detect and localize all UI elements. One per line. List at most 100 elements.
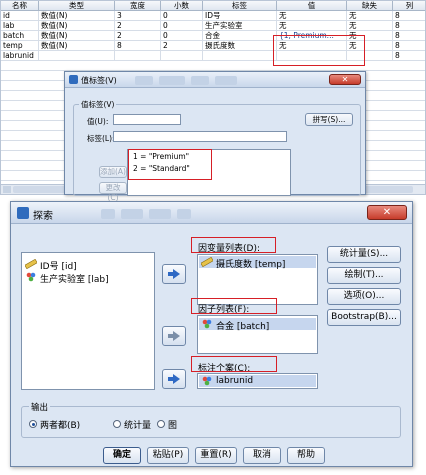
cell-values[interactable]: 无 bbox=[277, 21, 347, 31]
factor-item[interactable]: 合金 [batch] bbox=[216, 319, 269, 332]
arrow-right-icon bbox=[168, 331, 180, 341]
dialog-titlebar[interactable]: 值标签(V) ✕ bbox=[65, 72, 365, 88]
change-button[interactable]: 更改(C) bbox=[99, 182, 127, 202]
cell-width[interactable]: 8 bbox=[115, 41, 161, 51]
cell-width[interactable]: 3 bbox=[115, 11, 161, 21]
plots-button[interactable]: 绘制(T)... bbox=[327, 267, 401, 284]
cancel-button[interactable]: 取消 bbox=[243, 447, 281, 464]
move-to-factor-button[interactable] bbox=[162, 326, 186, 346]
close-icon[interactable]: ✕ bbox=[329, 74, 361, 85]
cell-width[interactable]: 2 bbox=[115, 21, 161, 31]
nominal-icon bbox=[201, 319, 213, 329]
blurred-title-glyph bbox=[135, 76, 153, 85]
move-to-case-button[interactable] bbox=[162, 369, 186, 389]
case-label-item[interactable]: labrunid bbox=[216, 376, 253, 386]
cell-columns[interactable]: 8 bbox=[393, 31, 425, 41]
dialog-titlebar[interactable]: 探索 ✕ bbox=[11, 202, 412, 224]
col-header-width[interactable]: 宽度 bbox=[115, 1, 161, 11]
statistics-button[interactable]: 统计量(S)... bbox=[327, 246, 401, 263]
cell-label[interactable]: 摄氏度数 bbox=[203, 41, 277, 51]
cell-width[interactable]: 2 bbox=[115, 31, 161, 41]
cell-name[interactable]: temp bbox=[1, 41, 39, 51]
cell-label[interactable] bbox=[203, 51, 277, 61]
app-icon bbox=[69, 75, 78, 84]
app-icon bbox=[17, 207, 29, 219]
ruler-scale-icon bbox=[24, 258, 38, 270]
cell-columns[interactable]: 8 bbox=[393, 21, 425, 31]
cell-decimals[interactable]: 2 bbox=[161, 41, 203, 51]
cell-type[interactable] bbox=[39, 51, 115, 61]
col-header-decimals[interactable]: 小数 bbox=[161, 1, 203, 11]
label-input[interactable] bbox=[113, 131, 287, 142]
cell-type[interactable]: 数值(N) bbox=[39, 41, 115, 51]
cell-label[interactable]: ID号 bbox=[203, 11, 277, 21]
blurred-title-glyph bbox=[177, 209, 191, 219]
col-header-values[interactable]: 值 bbox=[277, 1, 347, 11]
help-button[interactable]: 帮助 bbox=[287, 447, 325, 464]
reset-button[interactable]: 重置(R) bbox=[195, 447, 237, 464]
cell-type[interactable]: 数值(N) bbox=[39, 31, 115, 41]
ok-button[interactable]: 确定 bbox=[103, 447, 141, 464]
blurred-title-glyph bbox=[159, 76, 185, 85]
output-both-label[interactable]: 两者都(B) bbox=[40, 418, 80, 431]
scroll-left-icon[interactable] bbox=[3, 186, 11, 193]
table-row[interactable]: id 数值(N) 3 0 ID号 无 无 8 bbox=[1, 11, 425, 21]
value-labels-dialog: 值标签(V) ✕ 值标签(V) 值(U): 标签(L): 拼写(S)... 添加… bbox=[64, 71, 366, 202]
value-input[interactable] bbox=[113, 114, 181, 125]
group-label: 值标签(V) bbox=[79, 99, 117, 110]
cell-columns[interactable]: 8 bbox=[393, 11, 425, 21]
output-plots-label[interactable]: 图 bbox=[168, 418, 177, 431]
value-field-label: 值(U): bbox=[87, 117, 109, 126]
dependent-item[interactable]: 摄氏度数 [temp] bbox=[216, 257, 285, 270]
spelling-button[interactable]: 拼写(S)... bbox=[305, 113, 353, 126]
close-icon[interactable]: ✕ bbox=[367, 205, 407, 220]
source-item-lab[interactable]: 生产实验室 [lab] bbox=[40, 272, 109, 285]
add-button[interactable]: 添加(A) bbox=[99, 166, 127, 178]
cell-decimals[interactable] bbox=[161, 51, 203, 61]
table-row[interactable]: lab 数值(N) 2 0 生产实验室 无 无 8 bbox=[1, 21, 425, 31]
cell-columns[interactable]: 8 bbox=[393, 41, 425, 51]
output-stats-label[interactable]: 统计量 bbox=[124, 418, 151, 431]
col-header-label[interactable]: 标签 bbox=[203, 1, 277, 11]
options-button[interactable]: 选项(O)... bbox=[327, 288, 401, 305]
dialog-title: 值标签(V) bbox=[81, 76, 117, 85]
cell-name[interactable]: lab bbox=[1, 21, 39, 31]
col-header-name[interactable]: 名称 bbox=[1, 1, 39, 11]
cell-missing[interactable]: 无 bbox=[347, 21, 393, 31]
blurred-title-glyph bbox=[215, 76, 237, 85]
arrow-right-icon bbox=[168, 374, 180, 384]
cell-name[interactable]: id bbox=[1, 11, 39, 21]
output-plots-radio[interactable] bbox=[157, 420, 165, 428]
cell-columns[interactable]: 8 bbox=[393, 51, 425, 61]
cell-decimals[interactable]: 0 bbox=[161, 21, 203, 31]
col-header-type[interactable]: 类型 bbox=[39, 1, 115, 11]
cell-missing[interactable]: 无 bbox=[347, 11, 393, 21]
nominal-icon bbox=[25, 272, 37, 282]
col-header-missing[interactable]: 缺失 bbox=[347, 1, 393, 11]
labels-highlight bbox=[128, 149, 212, 180]
col-header-columns[interactable]: 列 bbox=[393, 1, 425, 11]
output-group-label: 输出 bbox=[29, 401, 51, 413]
cell-name[interactable]: batch bbox=[1, 31, 39, 41]
arrow-right-icon bbox=[168, 269, 180, 279]
blurred-title-glyph bbox=[149, 209, 171, 219]
blurred-title-glyph bbox=[121, 209, 143, 219]
output-both-radio[interactable] bbox=[29, 420, 37, 428]
cell-type[interactable]: 数值(N) bbox=[39, 21, 115, 31]
cell-width[interactable] bbox=[115, 51, 161, 61]
move-to-dependent-button[interactable] bbox=[162, 264, 186, 284]
paste-button[interactable]: 粘贴(P) bbox=[147, 447, 189, 464]
cell-decimals[interactable]: 0 bbox=[161, 11, 203, 21]
cell-label[interactable]: 生产实验室 bbox=[203, 21, 277, 31]
bootstrap-button[interactable]: Bootstrap(B)... bbox=[327, 309, 401, 326]
cell-label[interactable]: 合金 bbox=[203, 31, 277, 41]
cell-name[interactable]: labrunid bbox=[1, 51, 39, 61]
dependent-label-highlight bbox=[191, 237, 276, 253]
cell-decimals[interactable]: 0 bbox=[161, 31, 203, 41]
cell-values[interactable]: 无 bbox=[277, 11, 347, 21]
output-stats-radio[interactable] bbox=[113, 420, 121, 428]
values-cell-highlight bbox=[273, 35, 365, 66]
cell-type[interactable]: 数值(N) bbox=[39, 11, 115, 21]
explore-dialog: 探索 ✕ ID号 [id] 生产实验室 [lab] 因变量列表(D): 摄氏度数… bbox=[10, 201, 413, 467]
source-item-id[interactable]: ID号 [id] bbox=[40, 259, 77, 272]
